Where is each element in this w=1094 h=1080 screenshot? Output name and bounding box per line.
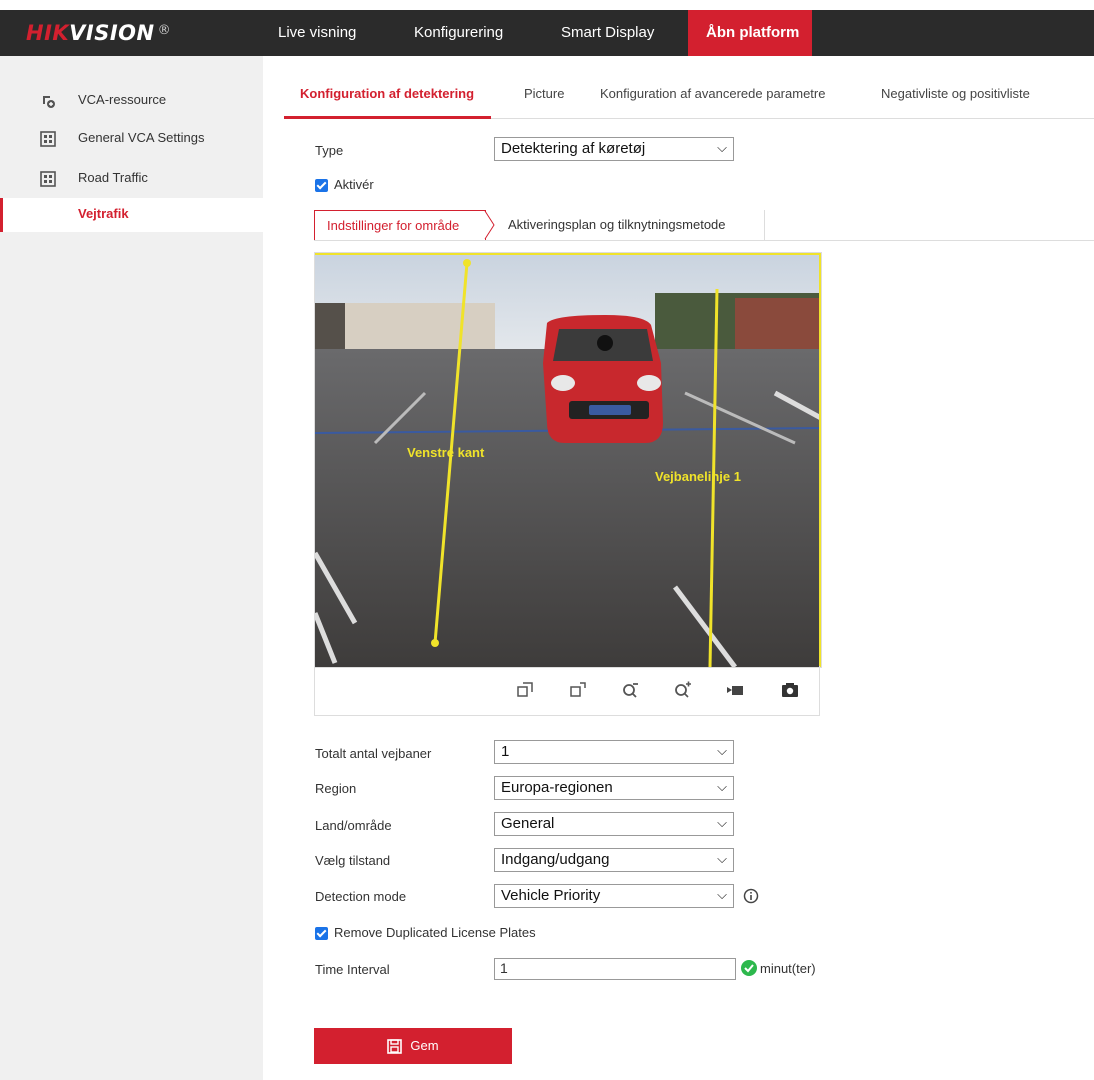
nav-open-platform[interactable]: Åbn platform	[688, 10, 812, 56]
save-button[interactable]: Gem	[314, 1028, 512, 1064]
nav-configuration[interactable]: Konfigurering	[414, 10, 503, 56]
remove-duplicates-checkbox[interactable]	[315, 927, 328, 940]
time-interval-label: Time Interval	[315, 962, 390, 977]
tab-blacklist-whitelist[interactable]: Negativliste og positivliste	[881, 86, 1030, 101]
time-interval-input[interactable]: 1	[494, 958, 736, 980]
sidebar-item-label: Vejtrafik	[78, 206, 129, 221]
country-select[interactable]: General ⌵	[494, 812, 734, 836]
sub-tabs: Indstillinger for område Aktiveringsplan…	[314, 210, 1094, 241]
subtab-area-settings[interactable]: Indstillinger for område	[314, 210, 486, 240]
info-icon[interactable]	[743, 888, 759, 904]
window-restore-icon[interactable]	[515, 680, 535, 700]
camera-scene: Venstre kant Vejbanelinje 1	[315, 253, 821, 667]
live-video-view[interactable]: Venstre kant Vejbanelinje 1	[314, 252, 822, 668]
save-icon	[387, 1039, 403, 1054]
detection-mode-value: Vehicle Priority	[501, 887, 601, 904]
detection-mode-label: Detection mode	[315, 889, 407, 904]
sidebar: VCA-ressource General VCA Settings Road …	[0, 56, 263, 1080]
tab-detection-config[interactable]: Konfiguration af detektering	[300, 86, 474, 101]
check-circle-icon	[741, 960, 757, 976]
time-interval-unit: minut(ter)	[760, 961, 816, 976]
type-label: Type	[315, 143, 344, 158]
grid-icon	[40, 131, 56, 147]
country-value: General	[501, 815, 555, 832]
region-value: Europa-regionen	[501, 779, 613, 796]
zoom-in-icon[interactable]	[673, 680, 693, 700]
type-select[interactable]: Detektering af køretøj ⌵	[494, 137, 734, 161]
enable-checkbox[interactable]	[315, 179, 328, 192]
tab-advanced-parameters[interactable]: Konfiguration af avancerede parametre	[600, 86, 825, 101]
config-tabs: Konfiguration af detektering Picture Kon…	[284, 70, 1094, 119]
chevron-down-icon: ⌵	[717, 815, 727, 830]
hikvision-logo: HIKVISION ®	[26, 21, 172, 45]
type-select-value: Detektering af køretøj	[501, 140, 646, 157]
top-navigation-bar: HIKVISION ® Live visning Konfigurering Sm…	[0, 10, 1094, 56]
sidebar-item-road-traffic[interactable]: Road Traffic	[0, 162, 263, 196]
subtab-label: Indstillinger for område	[327, 218, 460, 233]
subtab-divider	[764, 210, 765, 240]
arrow-separator-icon	[484, 210, 495, 240]
sidebar-item-label: General VCA Settings	[78, 130, 205, 145]
sidebar-item-label: Road Traffic	[78, 170, 148, 185]
detection-mode-select[interactable]: Vehicle Priority ⌵	[494, 884, 734, 908]
enable-label: Aktivér	[334, 177, 374, 192]
lane-line-caption: Vejbanelinje 1	[655, 469, 741, 484]
chevron-down-icon: ⌵	[717, 140, 727, 155]
sidebar-item-general-vca-settings[interactable]: General VCA Settings	[0, 122, 263, 156]
save-label: Gem	[410, 1038, 439, 1053]
subtab-schedule-linkage[interactable]: Aktiveringsplan og tilknytningsmetode	[508, 210, 726, 240]
chevron-down-icon: ⌵	[717, 851, 727, 866]
camera-snapshot-icon[interactable]	[780, 680, 800, 700]
total-lanes-label: Totalt antal vejbaner	[315, 746, 432, 761]
record-video-icon[interactable]	[725, 680, 745, 700]
total-lanes-select[interactable]: 1 ⌵	[494, 740, 734, 764]
tab-picture[interactable]: Picture	[524, 86, 564, 101]
video-toolbar	[314, 666, 820, 716]
sidebar-item-vejtrafik[interactable]: Vejtrafik	[0, 198, 263, 232]
country-label: Land/område	[315, 818, 392, 833]
zoom-out-icon[interactable]	[621, 680, 641, 700]
vca-resource-icon	[43, 96, 55, 108]
subtab-label: Aktiveringsplan og tilknytningsmetode	[508, 217, 726, 232]
chevron-down-icon: ⌵	[717, 887, 727, 902]
window-maximize-icon[interactable]	[568, 680, 588, 700]
grid-icon	[40, 171, 56, 187]
left-edge-caption: Venstre kant	[407, 445, 485, 460]
mode-select[interactable]: Indgang/udgang ⌵	[494, 848, 734, 872]
sidebar-item-label: VCA-ressource	[78, 92, 167, 107]
mode-value: Indgang/udgang	[501, 851, 610, 868]
mode-label: Vælg tilstand	[315, 853, 391, 868]
sidebar-item-vca-resource[interactable]: VCA-ressource	[0, 84, 263, 118]
chevron-down-icon: ⌵	[717, 779, 727, 794]
red-car	[543, 315, 663, 443]
region-label: Region	[315, 781, 357, 796]
nav-live-view[interactable]: Live visning	[278, 10, 356, 56]
chevron-down-icon: ⌵	[717, 743, 727, 758]
remove-duplicates-label: Remove Duplicated License Plates	[334, 925, 536, 940]
nav-smart-display[interactable]: Smart Display	[561, 10, 654, 56]
total-lanes-value: 1	[501, 743, 510, 760]
region-select[interactable]: Europa-regionen ⌵	[494, 776, 734, 800]
active-tab-indicator	[284, 116, 491, 119]
